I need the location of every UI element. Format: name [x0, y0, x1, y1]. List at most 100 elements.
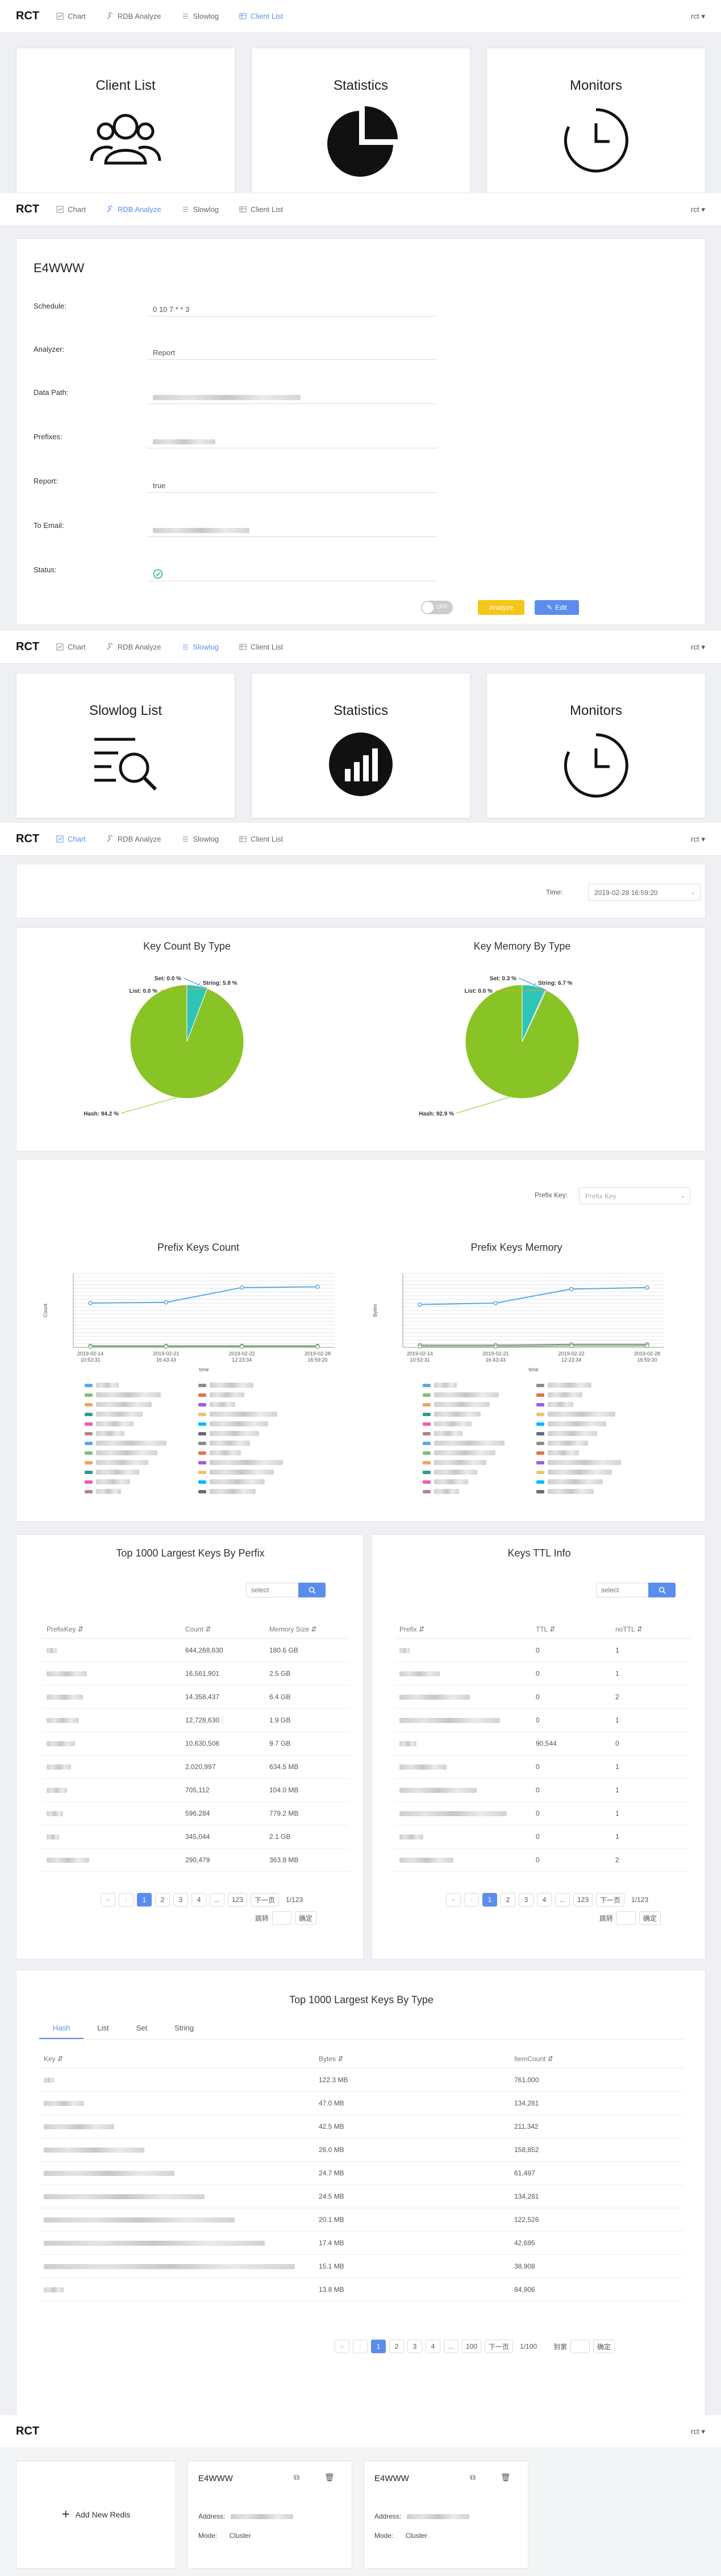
col-ttl[interactable]: TTL ⇵ — [531, 1620, 611, 1639]
table-row[interactable]: 14,358,437 6.4 GB — [42, 1685, 349, 1709]
nav-client-list[interactable]: Client List — [239, 12, 283, 20]
table-row[interactable]: 24.5 MB 134,281 — [39, 2184, 684, 2208]
redis-card[interactable]: E4WWW ⧉ 🗑 Address: Mode: Cluster — [364, 2461, 528, 2569]
legend-item[interactable] — [198, 1458, 289, 1467]
schedule-field[interactable]: 0 10 7 * * 3 — [147, 298, 437, 317]
search-button[interactable] — [298, 1583, 326, 1597]
legend-item[interactable] — [85, 1467, 176, 1477]
table-row[interactable]: 290,479 363.8 MB — [42, 1848, 349, 1872]
legend-item[interactable] — [536, 1400, 627, 1409]
legend-item[interactable] — [423, 1409, 514, 1419]
data-point[interactable] — [164, 1344, 169, 1349]
card-monitors[interactable]: Monitors — [486, 673, 706, 818]
legend-item[interactable] — [536, 1487, 627, 1496]
table-row[interactable]: 2,020,997 634.5 MB — [42, 1755, 349, 1779]
page-button[interactable]: 4 — [426, 2340, 440, 2353]
data-point[interactable] — [645, 1285, 649, 1290]
legend-item[interactable] — [198, 1419, 289, 1429]
user-menu[interactable]: rct ▾ — [691, 2427, 705, 2436]
data-point[interactable] — [569, 1343, 574, 1349]
external-link-icon[interactable]: ⧉ — [470, 2473, 476, 2482]
nav-rdb-analyze[interactable]: RDB Analyze — [106, 12, 161, 20]
tab-string[interactable]: String — [161, 2024, 207, 2039]
nav-slowlog[interactable]: Slowlog — [182, 835, 219, 843]
next-page-button[interactable]: 下一页 — [485, 2340, 514, 2353]
nav-client-list[interactable]: Client List — [239, 643, 283, 651]
search-button[interactable] — [648, 1583, 676, 1597]
user-menu[interactable]: rct ▾ — [691, 835, 705, 844]
page-button[interactable]: 2 — [501, 1893, 515, 1907]
table-row[interactable]: 01 — [395, 1708, 690, 1732]
time-select[interactable]: 2019-02-28 16:59:20 ⌄ — [588, 884, 701, 901]
pie-slice-hash[interactable] — [130, 984, 244, 1099]
data-point[interactable] — [493, 1344, 498, 1349]
trash-icon[interactable]: 🗑 — [324, 2473, 335, 2482]
col-prefix-key[interactable]: PrefixKey ⇵ — [42, 1620, 181, 1639]
page-button[interactable]: 3 — [173, 1893, 188, 1907]
legend-item[interactable] — [85, 1438, 176, 1448]
page-button[interactable]: 100 — [462, 2340, 482, 2353]
table-row[interactable]: 345,044 2.1 GB — [42, 1825, 349, 1849]
nav-slowlog[interactable]: Slowlog — [182, 12, 219, 20]
legend-item[interactable] — [198, 1438, 289, 1448]
legend-item[interactable] — [198, 1390, 289, 1400]
tab-list[interactable]: List — [84, 2024, 122, 2039]
jump-input[interactable] — [570, 2340, 590, 2353]
legend-item[interactable] — [85, 1409, 176, 1419]
first-page-button[interactable]: « — [101, 1893, 115, 1907]
page-button[interactable]: ... — [555, 1893, 570, 1907]
legend-item[interactable] — [423, 1429, 514, 1438]
prefix-key-select[interactable]: Prefix Key ⌄ — [579, 1187, 690, 1204]
legend-item[interactable] — [198, 1477, 289, 1487]
table-row[interactable]: 01 — [395, 1825, 690, 1849]
page-button[interactable]: 2 — [155, 1893, 170, 1907]
legend-item[interactable] — [85, 1419, 176, 1429]
to-email-field[interactable] — [147, 519, 437, 537]
page-button[interactable]: 4 — [191, 1893, 206, 1907]
legend-item[interactable] — [198, 1467, 289, 1477]
legend-item[interactable] — [198, 1448, 289, 1458]
prefixes-field[interactable] — [147, 430, 437, 448]
add-redis-card[interactable]: + Add New Redis — [16, 2461, 176, 2569]
data-point[interactable] — [493, 1301, 498, 1305]
page-button[interactable]: 3 — [407, 2340, 422, 2353]
prefix-search-input[interactable] — [246, 1583, 298, 1597]
legend-item[interactable] — [536, 1477, 627, 1487]
legend-item[interactable] — [423, 1477, 514, 1487]
analyze-button[interactable]: Analyze — [478, 600, 524, 615]
legend-item[interactable] — [536, 1438, 627, 1448]
legend-item[interactable] — [536, 1429, 627, 1438]
table-row[interactable]: 01 — [395, 1662, 690, 1686]
table-row[interactable]: 02 — [395, 1685, 690, 1709]
legend-item[interactable] — [198, 1487, 289, 1496]
legend-item[interactable] — [536, 1390, 627, 1400]
table-row[interactable]: 01 — [395, 1778, 690, 1802]
col-count[interactable]: Count ⇵ — [181, 1620, 265, 1639]
nav-client-list[interactable]: Client List — [239, 205, 283, 214]
legend-item[interactable] — [423, 1438, 514, 1448]
nav-slowlog[interactable]: Slowlog — [182, 643, 219, 651]
trash-icon[interactable]: 🗑 — [501, 2473, 511, 2482]
legend-item[interactable] — [536, 1419, 627, 1429]
data-point[interactable] — [239, 1344, 244, 1349]
tab-set[interactable]: Set — [123, 2024, 161, 2039]
card-monitors[interactable]: Monitors — [486, 48, 706, 193]
legend-item[interactable] — [85, 1448, 176, 1458]
data-point[interactable] — [88, 1301, 93, 1305]
legend-item[interactable] — [423, 1419, 514, 1429]
nav-chart[interactable]: Chart — [56, 835, 86, 843]
page-button[interactable]: 2 — [389, 2340, 404, 2353]
data-point[interactable] — [88, 1344, 93, 1349]
legend-item[interactable] — [423, 1448, 514, 1458]
page-button[interactable]: 123 — [228, 1893, 248, 1907]
legend-item[interactable] — [198, 1380, 289, 1390]
page-button[interactable]: 1 — [371, 2340, 386, 2353]
legend-item[interactable] — [85, 1390, 176, 1400]
table-row[interactable]: 12,728,630 1.9 GB — [42, 1708, 349, 1732]
table-row[interactable]: 10,630,506 9.7 GB — [42, 1732, 349, 1755]
data-point[interactable] — [418, 1344, 422, 1349]
nav-client-list[interactable]: Client List — [239, 835, 283, 843]
col-memory-size[interactable]: Memory Size ⇵ — [265, 1620, 349, 1639]
next-page-button[interactable]: 下一页 — [596, 1893, 625, 1907]
table-row[interactable]: 26.0 MB 158,852 — [39, 2138, 684, 2162]
